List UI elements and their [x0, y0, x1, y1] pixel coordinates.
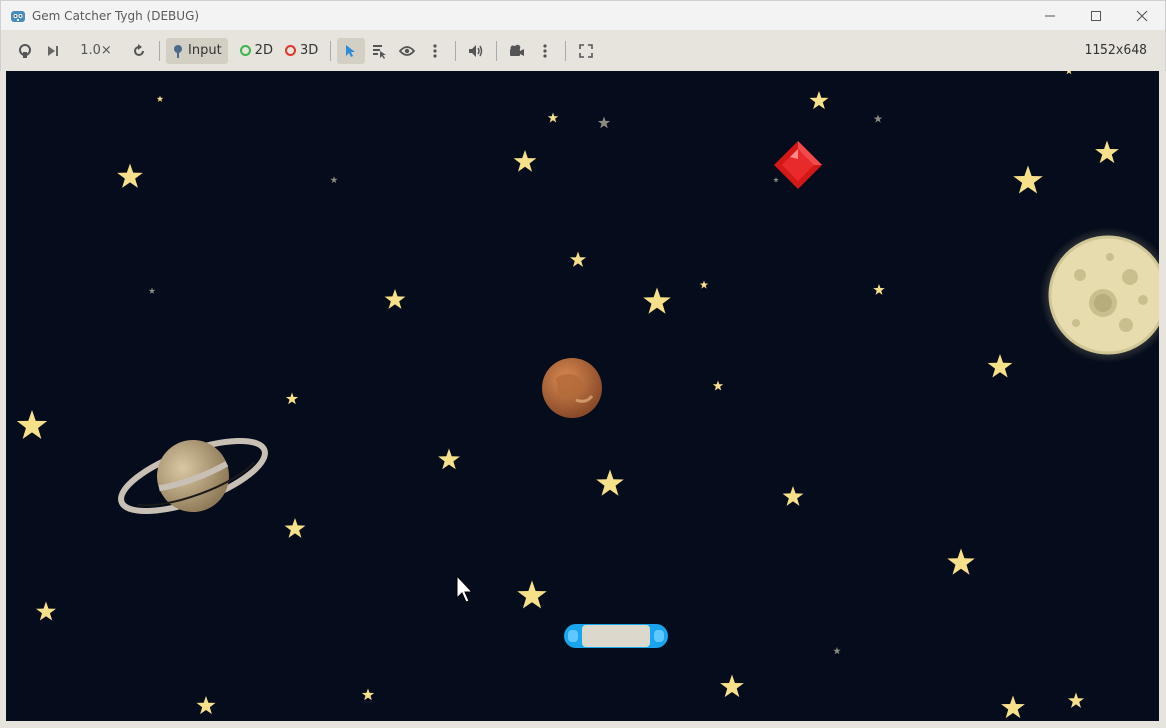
next-frame-icon[interactable] [39, 38, 67, 64]
star [569, 251, 587, 267]
red-gem [774, 141, 822, 189]
saturn-planet [118, 437, 268, 515]
window-titlebar: Gem Catcher Tygh (DEBUG) [0, 0, 1166, 30]
star [596, 469, 624, 496]
star [547, 112, 559, 123]
star [284, 518, 306, 538]
mouse-cursor-icon [456, 574, 474, 603]
speed-button[interactable]: 1.0× [67, 38, 125, 64]
star [16, 410, 48, 439]
mode-3d-button[interactable]: 3D [279, 38, 324, 64]
star [712, 380, 724, 391]
game-scene [16, 71, 1159, 719]
star [156, 95, 164, 102]
godot-app-icon [11, 10, 25, 22]
toolbar-divider [455, 40, 457, 61]
star [643, 287, 671, 314]
2d-icon [239, 45, 251, 56]
star [1065, 71, 1073, 75]
window-title: Gem Catcher Tygh (DEBUG) [32, 8, 200, 23]
camera-options-icon[interactable] [531, 38, 559, 64]
star [148, 287, 156, 294]
star [1067, 692, 1085, 708]
star [384, 289, 406, 309]
audio-speaker-icon[interactable] [462, 38, 490, 64]
star [1001, 695, 1025, 719]
mode-2d-button[interactable]: 2D [234, 38, 279, 64]
star [833, 647, 841, 655]
viewport-frame-bottom [0, 721, 1166, 728]
star [196, 696, 216, 715]
input-toggle-button[interactable]: Input [166, 37, 228, 64]
paddle [564, 624, 668, 648]
mars-planet [542, 358, 602, 418]
star [1013, 165, 1043, 194]
game-viewport[interactable] [6, 71, 1159, 721]
close-icon[interactable] [1119, 1, 1165, 31]
star [513, 150, 537, 172]
moon [1040, 227, 1159, 363]
minimize-icon[interactable] [1027, 1, 1073, 31]
star [597, 116, 611, 129]
viewport-frame-right [1159, 71, 1166, 721]
dim-stars [148, 114, 883, 655]
game-toolbar: 1.0× Input 2D 3D 1152x648 [0, 30, 1166, 71]
star [987, 354, 1013, 378]
toolbar-divider [565, 40, 567, 61]
mode-2d-label: 2D [254, 43, 273, 58]
visibility-eye-icon[interactable] [393, 38, 421, 64]
star [1095, 140, 1119, 164]
input-label: Input [188, 43, 222, 58]
star [720, 674, 744, 698]
toolbar-divider [496, 40, 498, 61]
camera-icon[interactable] [503, 38, 531, 64]
reset-speed-icon[interactable] [125, 38, 153, 64]
star [438, 448, 460, 470]
star [773, 177, 779, 183]
list-select-icon[interactable] [365, 38, 393, 64]
select-mode-icon[interactable] [337, 37, 366, 64]
resolution-label: 1152x648 [1084, 43, 1147, 58]
star [330, 176, 338, 184]
star [117, 163, 143, 188]
toolbar-divider [159, 40, 160, 61]
toolbar-divider [330, 40, 332, 61]
more-options-icon[interactable] [421, 38, 449, 64]
star [517, 580, 547, 609]
speed-label: 1.0× [80, 43, 112, 58]
maximize-icon[interactable] [1073, 1, 1119, 31]
star [873, 284, 885, 295]
fullscreen-icon[interactable] [572, 38, 600, 64]
star [285, 392, 299, 405]
suspend-icon[interactable] [11, 38, 39, 64]
star [873, 114, 883, 123]
mode-3d-label: 3D [299, 43, 319, 58]
input-icon [174, 44, 182, 58]
3d-icon [284, 45, 296, 56]
star [36, 601, 56, 621]
star [782, 486, 804, 506]
star [947, 548, 975, 575]
star [361, 688, 375, 701]
star [809, 91, 829, 110]
star [699, 280, 709, 289]
